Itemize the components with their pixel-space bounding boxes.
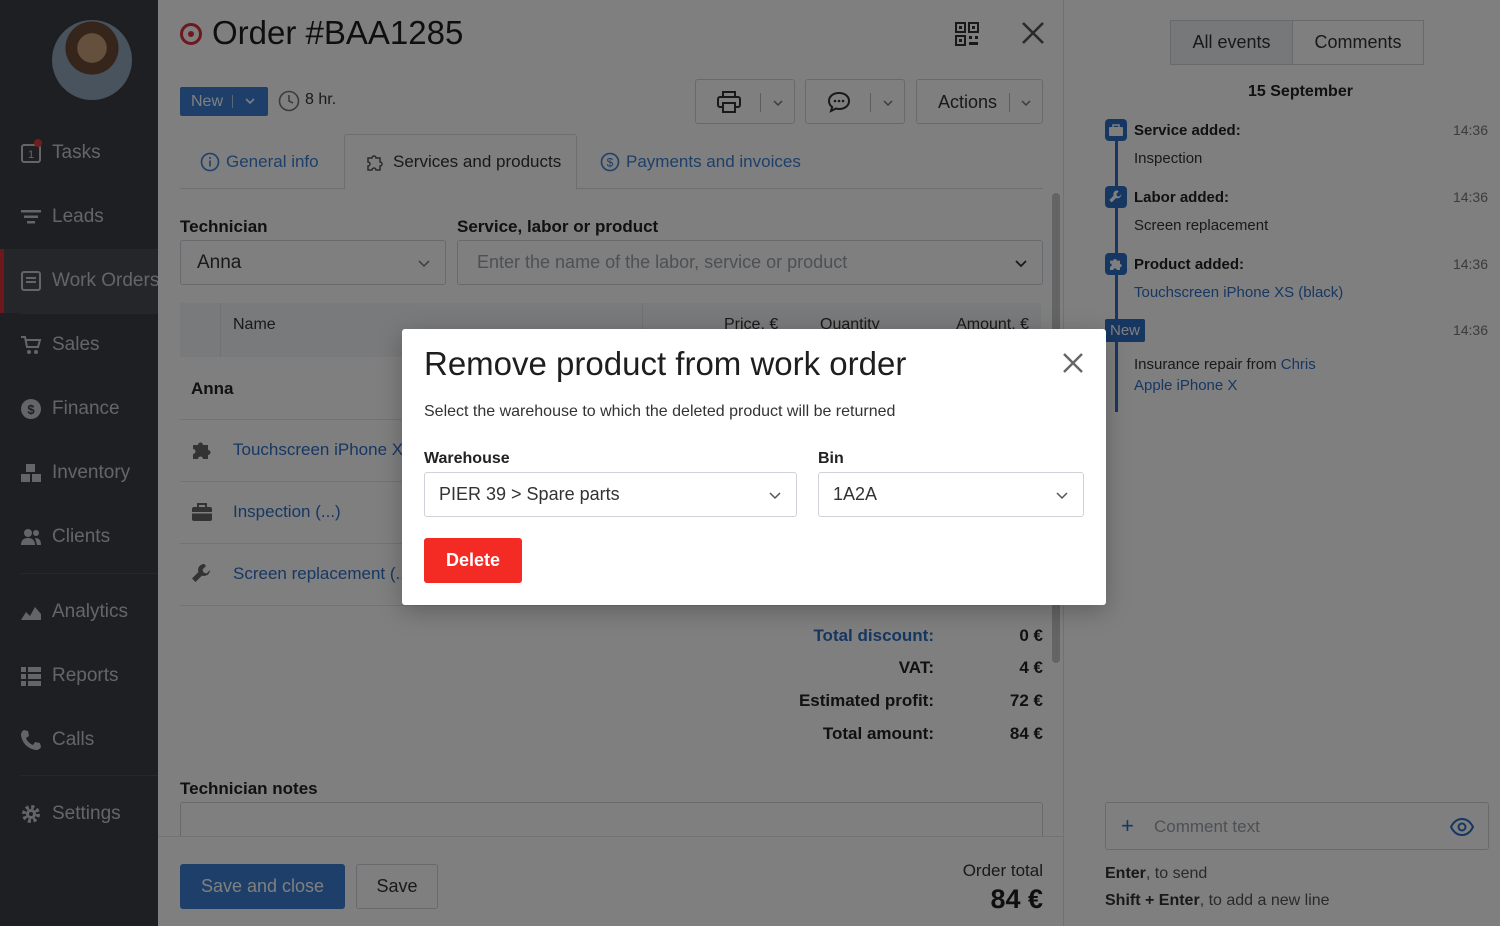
dialog-title: Remove product from work order [424,345,907,382]
delete-button[interactable]: Delete [424,538,522,583]
warehouse-select[interactable]: PIER 39 > Spare parts [424,472,797,517]
chevron-down-icon [1056,492,1068,500]
close-icon[interactable] [1062,352,1084,374]
warehouse-label: Warehouse [424,450,510,467]
warehouse-value: PIER 39 > Spare parts [439,484,620,504]
bin-select[interactable]: 1A2A [818,472,1084,517]
dialog-description: Select the warehouse to which the delete… [424,403,896,420]
bin-value: 1A2A [833,484,878,504]
remove-product-dialog: Remove product from work order Select th… [402,329,1106,605]
bin-label: Bin [818,450,844,467]
chevron-down-icon [769,492,781,500]
